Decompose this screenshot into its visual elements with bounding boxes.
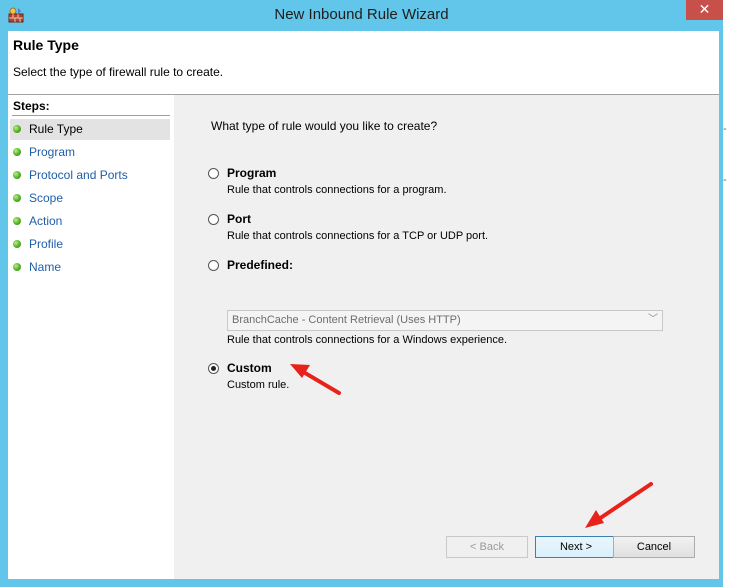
steps-title: Steps: <box>13 99 50 113</box>
step-program[interactable]: Program <box>10 142 170 163</box>
background-edge-glyph: - <box>723 123 727 135</box>
green-bullet-icon <box>13 148 21 156</box>
step-profile[interactable]: Profile <box>10 234 170 255</box>
green-bullet-icon <box>13 194 21 202</box>
wizard-window: New Inbound Rule Wizard ✕ Rule Type Sele… <box>0 0 723 587</box>
step-scope[interactable]: Scope <box>10 188 170 209</box>
port-radio[interactable] <box>208 214 219 225</box>
step-name[interactable]: Name <box>10 257 170 278</box>
close-button[interactable]: ✕ <box>686 0 723 20</box>
option-label[interactable]: Predefined: <box>227 258 293 272</box>
chevron-down-icon: ﹀ <box>648 314 658 325</box>
custom-radio[interactable] <box>208 363 219 374</box>
predefined-rule-select[interactable]: BranchCache - Content Retrieval (Uses HT… <box>227 310 663 331</box>
option-description: Rule that controls connections for a TCP… <box>227 230 489 242</box>
window-title: New Inbound Rule Wizard <box>274 6 449 23</box>
background-edge-glyph: - <box>723 174 727 186</box>
step-label: Program <box>29 145 76 159</box>
green-bullet-icon <box>13 240 21 248</box>
step-label: Protocol and Ports <box>29 168 128 182</box>
option-label[interactable]: Port <box>227 212 251 226</box>
back-button[interactable]: < Back <box>446 536 528 558</box>
option-label[interactable]: Program <box>227 166 276 180</box>
title-bar[interactable]: New Inbound Rule Wizard ✕ <box>0 0 723 31</box>
wizard-content: What type of rule would you like to crea… <box>174 95 719 579</box>
step-rule-type[interactable]: Rule Type <box>10 119 170 140</box>
wizard-header: Rule Type Select the type of firewall ru… <box>8 31 719 95</box>
close-icon: ✕ <box>698 1 711 17</box>
option-label[interactable]: Custom <box>227 361 272 375</box>
option-description: Custom rule. <box>227 379 290 391</box>
step-label: Profile <box>29 237 64 251</box>
option-description: Rule that controls connections for a Win… <box>227 334 508 346</box>
next-button[interactable]: Next > <box>535 536 617 558</box>
step-label: Name <box>29 260 62 274</box>
page-subtitle: Select the type of firewall rule to crea… <box>13 65 224 79</box>
step-protocol-and-ports[interactable]: Protocol and Ports <box>10 165 170 186</box>
option-description: Rule that controls connections for a pro… <box>227 184 447 196</box>
question-text: What type of rule would you like to crea… <box>211 119 438 133</box>
green-bullet-icon <box>13 125 21 133</box>
step-label: Rule Type <box>29 122 83 136</box>
predefined-radio[interactable] <box>208 260 219 271</box>
green-bullet-icon <box>13 217 21 225</box>
green-bullet-icon <box>13 171 21 179</box>
page-title: Rule Type <box>13 37 79 53</box>
steps-panel: Steps: Rule Type Program Protocol and Po… <box>8 95 174 579</box>
program-radio[interactable] <box>208 168 219 179</box>
step-action[interactable]: Action <box>10 211 170 232</box>
cancel-button[interactable]: Cancel <box>613 536 695 558</box>
predefined-select-value: BranchCache - Content Retrieval (Uses HT… <box>232 314 461 326</box>
steps-divider <box>12 115 170 116</box>
step-label: Scope <box>29 191 64 205</box>
step-label: Action <box>29 214 63 228</box>
wizard-client-area: Rule Type Select the type of firewall ru… <box>8 31 719 579</box>
green-bullet-icon <box>13 263 21 271</box>
